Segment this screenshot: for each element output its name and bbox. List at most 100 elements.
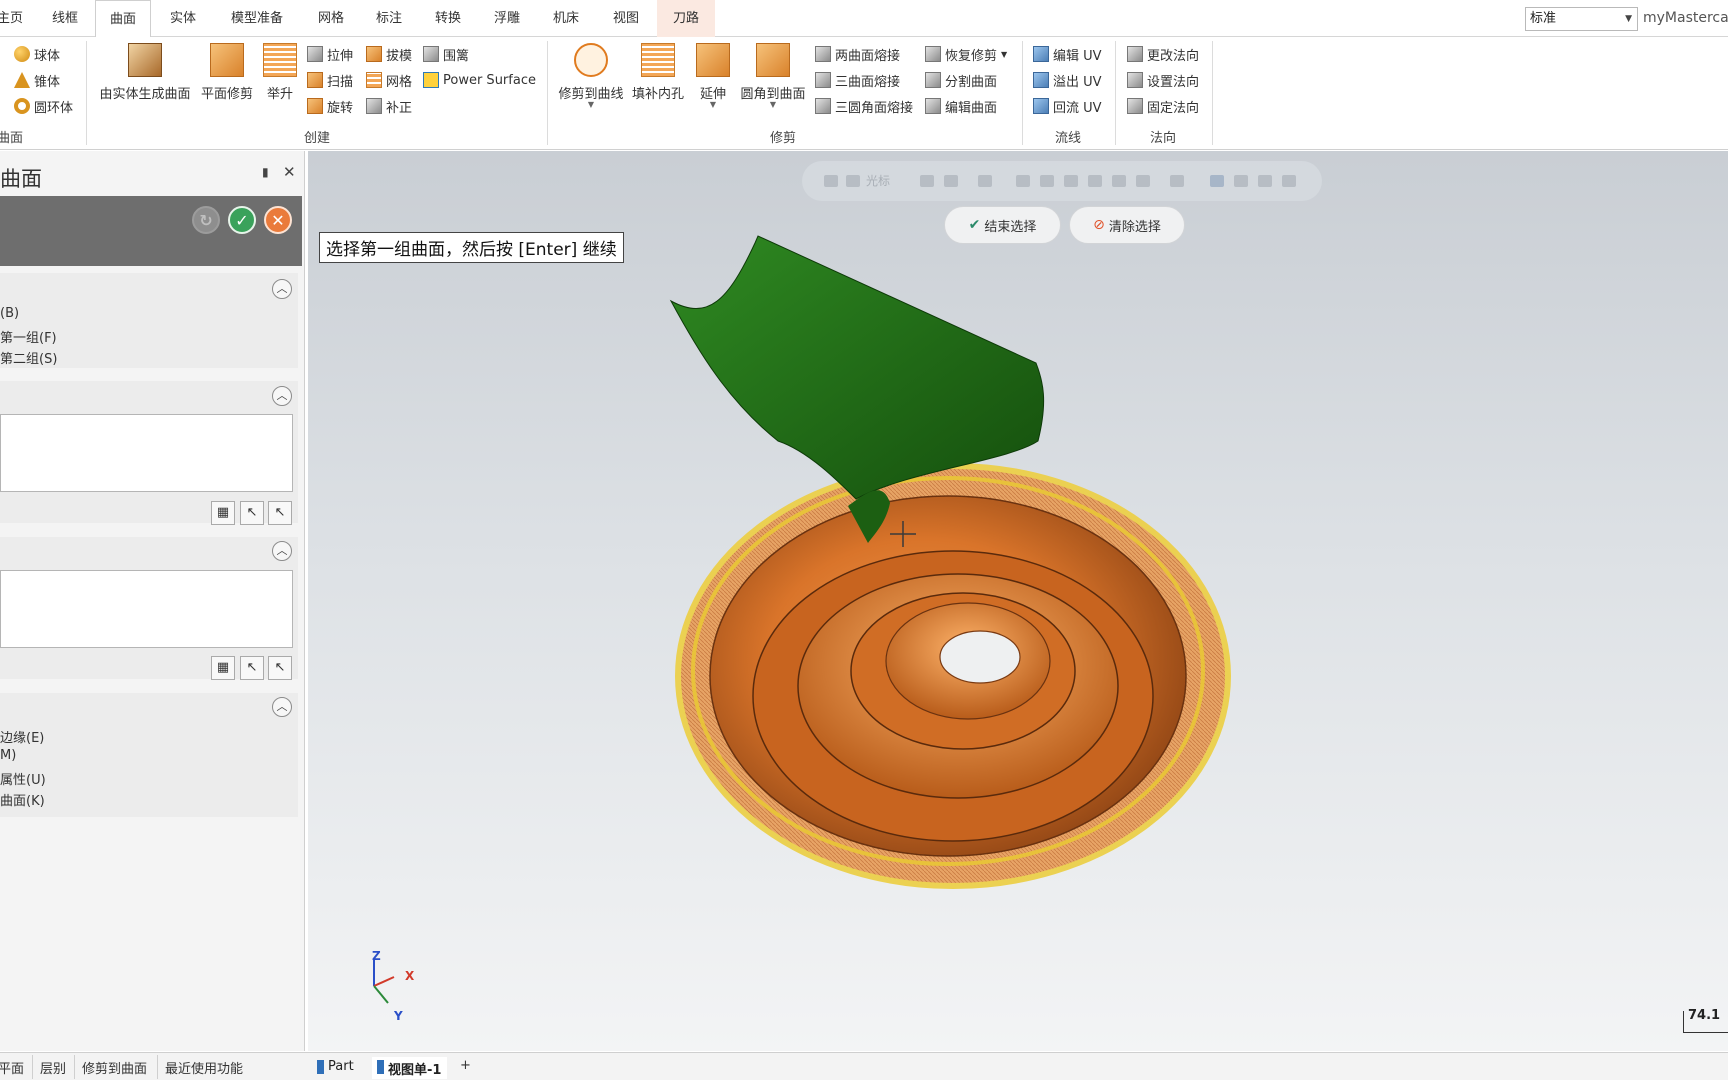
- fence-button[interactable]: 围篱: [423, 43, 469, 65]
- tab-wireframe[interactable]: 线框: [45, 0, 85, 37]
- edit-surface-button[interactable]: 编辑曲面: [925, 95, 997, 117]
- end-selection-button[interactable]: ✔ 结束选择: [944, 206, 1061, 244]
- overflow-uv-button[interactable]: 溢出 UV: [1033, 69, 1102, 91]
- tab-home[interactable]: 主页: [0, 0, 30, 37]
- toolbar-icon[interactable]: [978, 175, 992, 187]
- split-surface-button[interactable]: 分割曲面: [925, 69, 997, 91]
- offset-button[interactable]: 补正: [366, 95, 412, 117]
- toolbar-icon[interactable]: [1040, 175, 1054, 187]
- collapse-icon[interactable]: ︿: [272, 279, 292, 299]
- collapse-icon[interactable]: ︿: [272, 386, 292, 406]
- add-selection-icon[interactable]: ↖: [240, 656, 264, 680]
- three-fillet-blend-button[interactable]: 三圆角面熔接: [815, 95, 913, 117]
- option-first-group[interactable]: 第一组(F): [0, 327, 57, 346]
- view-tab-part[interactable]: Part: [312, 1057, 360, 1079]
- select-window-icon[interactable]: ▦: [211, 656, 235, 680]
- toolbar-icon[interactable]: [1258, 175, 1272, 187]
- net-button[interactable]: 网格: [366, 69, 412, 91]
- toolbar-icon[interactable]: [1112, 175, 1126, 187]
- two-surface-blend-button[interactable]: 两曲面熔接: [815, 43, 900, 65]
- net-label: 网格: [386, 74, 413, 90]
- selected-green-surface[interactable]: [669, 235, 1045, 500]
- extend-button[interactable]: 延伸 ▼: [694, 41, 732, 109]
- option-attributes[interactable]: 属性(U): [0, 769, 46, 788]
- toolbar-icon[interactable]: [1234, 175, 1248, 187]
- cursor-mode-label[interactable]: 光标: [866, 172, 890, 189]
- surface-from-solid-button[interactable]: 由实体生成曲面: [96, 41, 194, 102]
- clear-selection-button[interactable]: ⊘ 清除选择: [1069, 206, 1185, 244]
- first-set-list[interactable]: [0, 414, 293, 492]
- change-normal-button[interactable]: 更改法向: [1127, 43, 1199, 65]
- second-set-list[interactable]: [0, 570, 293, 648]
- recover-trim-button[interactable]: 恢复修剪 ▼: [925, 43, 1007, 65]
- add-selection-icon[interactable]: ↖: [240, 501, 264, 525]
- reflow-uv-button[interactable]: 回流 UV: [1033, 95, 1102, 117]
- cancel-button[interactable]: ✕: [264, 206, 292, 234]
- selection-toolbar[interactable]: 光标: [802, 161, 1322, 201]
- group-label-basic: 曲面: [0, 131, 24, 146]
- apply-button[interactable]: ↻: [192, 206, 220, 234]
- fill-holes-button[interactable]: 填补内孔: [630, 41, 686, 102]
- toolbar-icon[interactable]: [1282, 175, 1296, 187]
- collapse-icon[interactable]: ︿: [272, 541, 292, 561]
- add-viewsheet-button[interactable]: +: [460, 1058, 471, 1073]
- tab-dimension[interactable]: 标注: [369, 0, 409, 37]
- toolbar-icon[interactable]: [1088, 175, 1102, 187]
- tab-view[interactable]: 视图: [606, 0, 646, 37]
- close-icon[interactable]: ✕: [283, 163, 296, 181]
- tab-surfaces[interactable]: 曲面: [95, 0, 151, 38]
- pointer-icon[interactable]: ↖: [268, 656, 292, 680]
- ok-button[interactable]: ✓: [228, 206, 256, 234]
- revolve-button[interactable]: 旋转: [307, 95, 353, 117]
- view-tab-viewsheet-1[interactable]: 视图单-1: [372, 1057, 448, 1079]
- sweep-button[interactable]: 扫描: [307, 69, 353, 91]
- tab-relief[interactable]: 浮雕: [487, 0, 527, 37]
- model-graphics[interactable]: [308, 151, 1728, 1051]
- toolbar-icon[interactable]: [1016, 175, 1030, 187]
- select-window-icon[interactable]: ▦: [211, 501, 235, 525]
- toolbar-icon[interactable]: [944, 175, 958, 187]
- tab-trim-to-surface[interactable]: 修剪到曲面: [82, 1058, 147, 1077]
- toolbar-icon[interactable]: [824, 175, 838, 187]
- edit-uv-button[interactable]: 编辑 UV: [1033, 43, 1102, 65]
- tab-transform[interactable]: 转换: [428, 0, 468, 37]
- toolbar-icon[interactable]: [1170, 175, 1184, 187]
- mode-select[interactable]: 标准 ▼: [1525, 7, 1638, 31]
- option-both[interactable]: (B): [0, 306, 19, 321]
- three-surface-blend-button[interactable]: 三曲面熔接: [815, 69, 900, 91]
- pin-icon[interactable]: ▮: [262, 165, 269, 179]
- trim-to-curve-button[interactable]: 修剪到曲线 ▼: [555, 41, 627, 109]
- option-m[interactable]: M): [0, 748, 16, 763]
- draft-button[interactable]: 拔模: [366, 43, 412, 65]
- toolbar-icon[interactable]: [1064, 175, 1078, 187]
- power-surface-button[interactable]: Power Surface: [423, 69, 536, 91]
- sphere-button[interactable]: 球体: [14, 43, 60, 65]
- toolbar-icon[interactable]: [846, 175, 860, 187]
- tab-solids[interactable]: 实体: [163, 0, 203, 37]
- torus-button[interactable]: 圆环体: [14, 95, 73, 117]
- tab-model-prep[interactable]: 模型准备: [222, 0, 292, 37]
- fix-normal-button[interactable]: 固定法向: [1127, 95, 1199, 117]
- loft-button[interactable]: 举升: [262, 41, 298, 102]
- toolbar-icon[interactable]: [1136, 175, 1150, 187]
- tab-levels[interactable]: 层别: [40, 1058, 66, 1077]
- fillet-to-surface-button[interactable]: 圆角到曲面 ▼: [737, 41, 809, 109]
- set-normal-button[interactable]: 设置法向: [1127, 69, 1199, 91]
- mymastercam-link[interactable]: myMastercam: [1643, 10, 1728, 26]
- flat-trim-button[interactable]: 平面修剪: [197, 41, 257, 102]
- option-surface[interactable]: 曲面(K): [0, 790, 45, 809]
- tab-planes[interactable]: 平面: [0, 1058, 24, 1077]
- tab-mesh[interactable]: 网格: [311, 0, 351, 37]
- pointer-icon[interactable]: ↖: [268, 501, 292, 525]
- collapse-icon[interactable]: ︿: [272, 697, 292, 717]
- tab-recent-functions[interactable]: 最近使用功能: [165, 1058, 243, 1077]
- option-edge[interactable]: 边缘(E): [0, 727, 44, 746]
- extrude-button[interactable]: 拉伸: [307, 43, 353, 65]
- tab-machine[interactable]: 机床: [546, 0, 586, 37]
- graphics-viewport[interactable]: 选择第一组曲面，然后按 [Enter] 继续 光标 ✔ 结束选择 ⊘ 清除选择 …: [308, 151, 1728, 1051]
- tab-toolpaths[interactable]: 刀路: [657, 0, 715, 37]
- toolbar-icon[interactable]: [1210, 175, 1224, 187]
- toolbar-icon[interactable]: [920, 175, 934, 187]
- cone-button[interactable]: 锥体: [14, 69, 60, 91]
- option-second-group[interactable]: 第二组(S): [0, 348, 57, 367]
